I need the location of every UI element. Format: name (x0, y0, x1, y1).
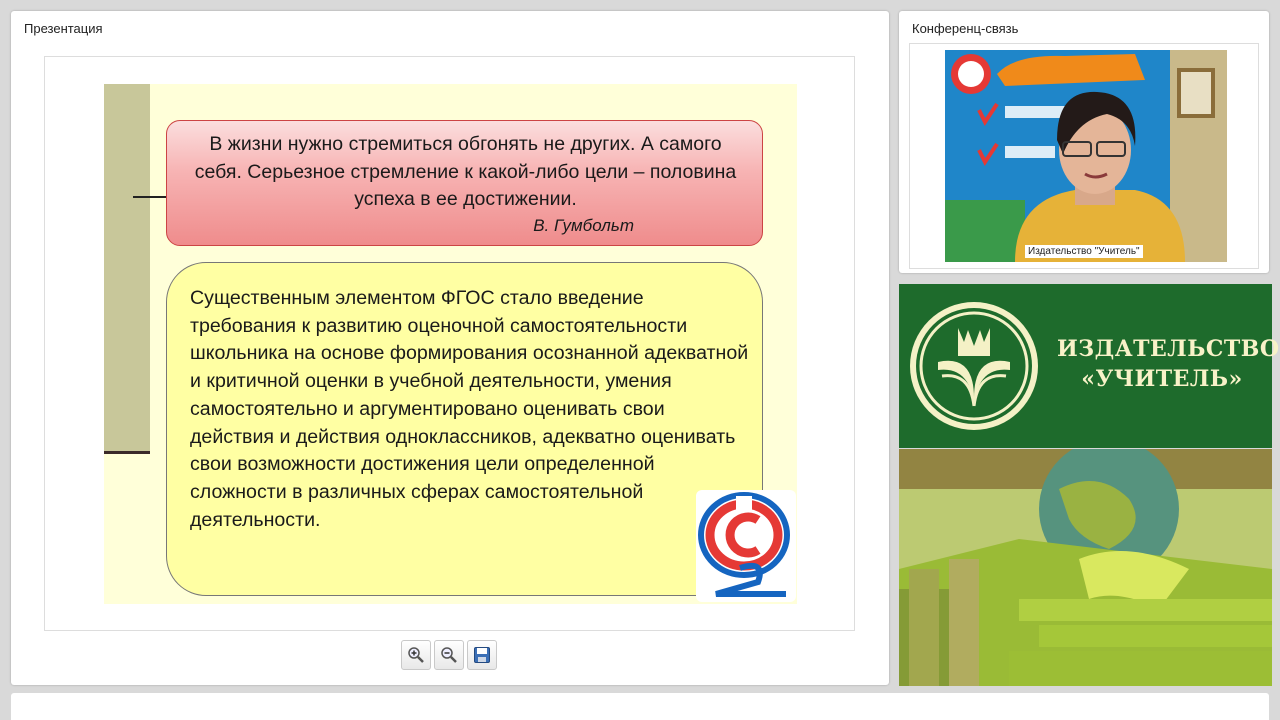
publisher-banner: ИЗДАТЕЛЬСТВО «УЧИТЕЛЬ» (899, 284, 1280, 448)
publisher-logo-icon (910, 302, 1038, 430)
quote-author: В. Гумбольт (533, 216, 634, 235)
presentation-panel-title: Презентация (24, 21, 103, 36)
slide-toolbar (401, 640, 497, 670)
quote-text: В жизни нужно стремиться обгонять не дру… (194, 133, 737, 210)
video-feed[interactable]: Издательство "Учитель" (945, 50, 1227, 262)
publisher-name-line2: «УЧИТЕЛЬ» (1081, 366, 1243, 392)
zoom-in-button[interactable] (401, 640, 431, 670)
books-globe-image (899, 449, 1272, 686)
publisher-name: ИЗДАТЕЛЬСТВО «УЧИТЕЛЬ» (1057, 334, 1280, 394)
publisher-name-line1: ИЗДАТЕЛЬСТВО (1057, 336, 1280, 362)
main-text-box: Существенным элементом ФГОС стало введен… (166, 262, 763, 596)
video-frame[interactable]: Издательство "Учитель" (909, 43, 1259, 269)
save-button[interactable] (467, 640, 497, 670)
video-participant-label: Издательство "Учитель" (1025, 245, 1143, 258)
slide-connector-line (133, 196, 167, 198)
zoom-out-icon (441, 647, 457, 663)
main-text: Существенным элементом ФГОС стало введен… (190, 287, 749, 531)
save-icon (474, 647, 490, 663)
conference-panel-title: Конференц-связь (912, 21, 1019, 36)
bottom-panel (11, 693, 1269, 720)
zoom-in-icon (408, 647, 424, 663)
slide-viewer[interactable]: В жизни нужно стремиться обгонять не дру… (44, 56, 855, 631)
zoom-out-button[interactable] (434, 640, 464, 670)
slide-side-bar (104, 84, 150, 454)
fgos-logo-icon (696, 490, 796, 602)
presentation-panel: Презентация В жизни нужно стремиться обг… (11, 11, 889, 685)
conference-panel: Конференц-связь Издательство "Учитель" (899, 11, 1269, 273)
quote-box: В жизни нужно стремиться обгонять не дру… (166, 120, 763, 246)
